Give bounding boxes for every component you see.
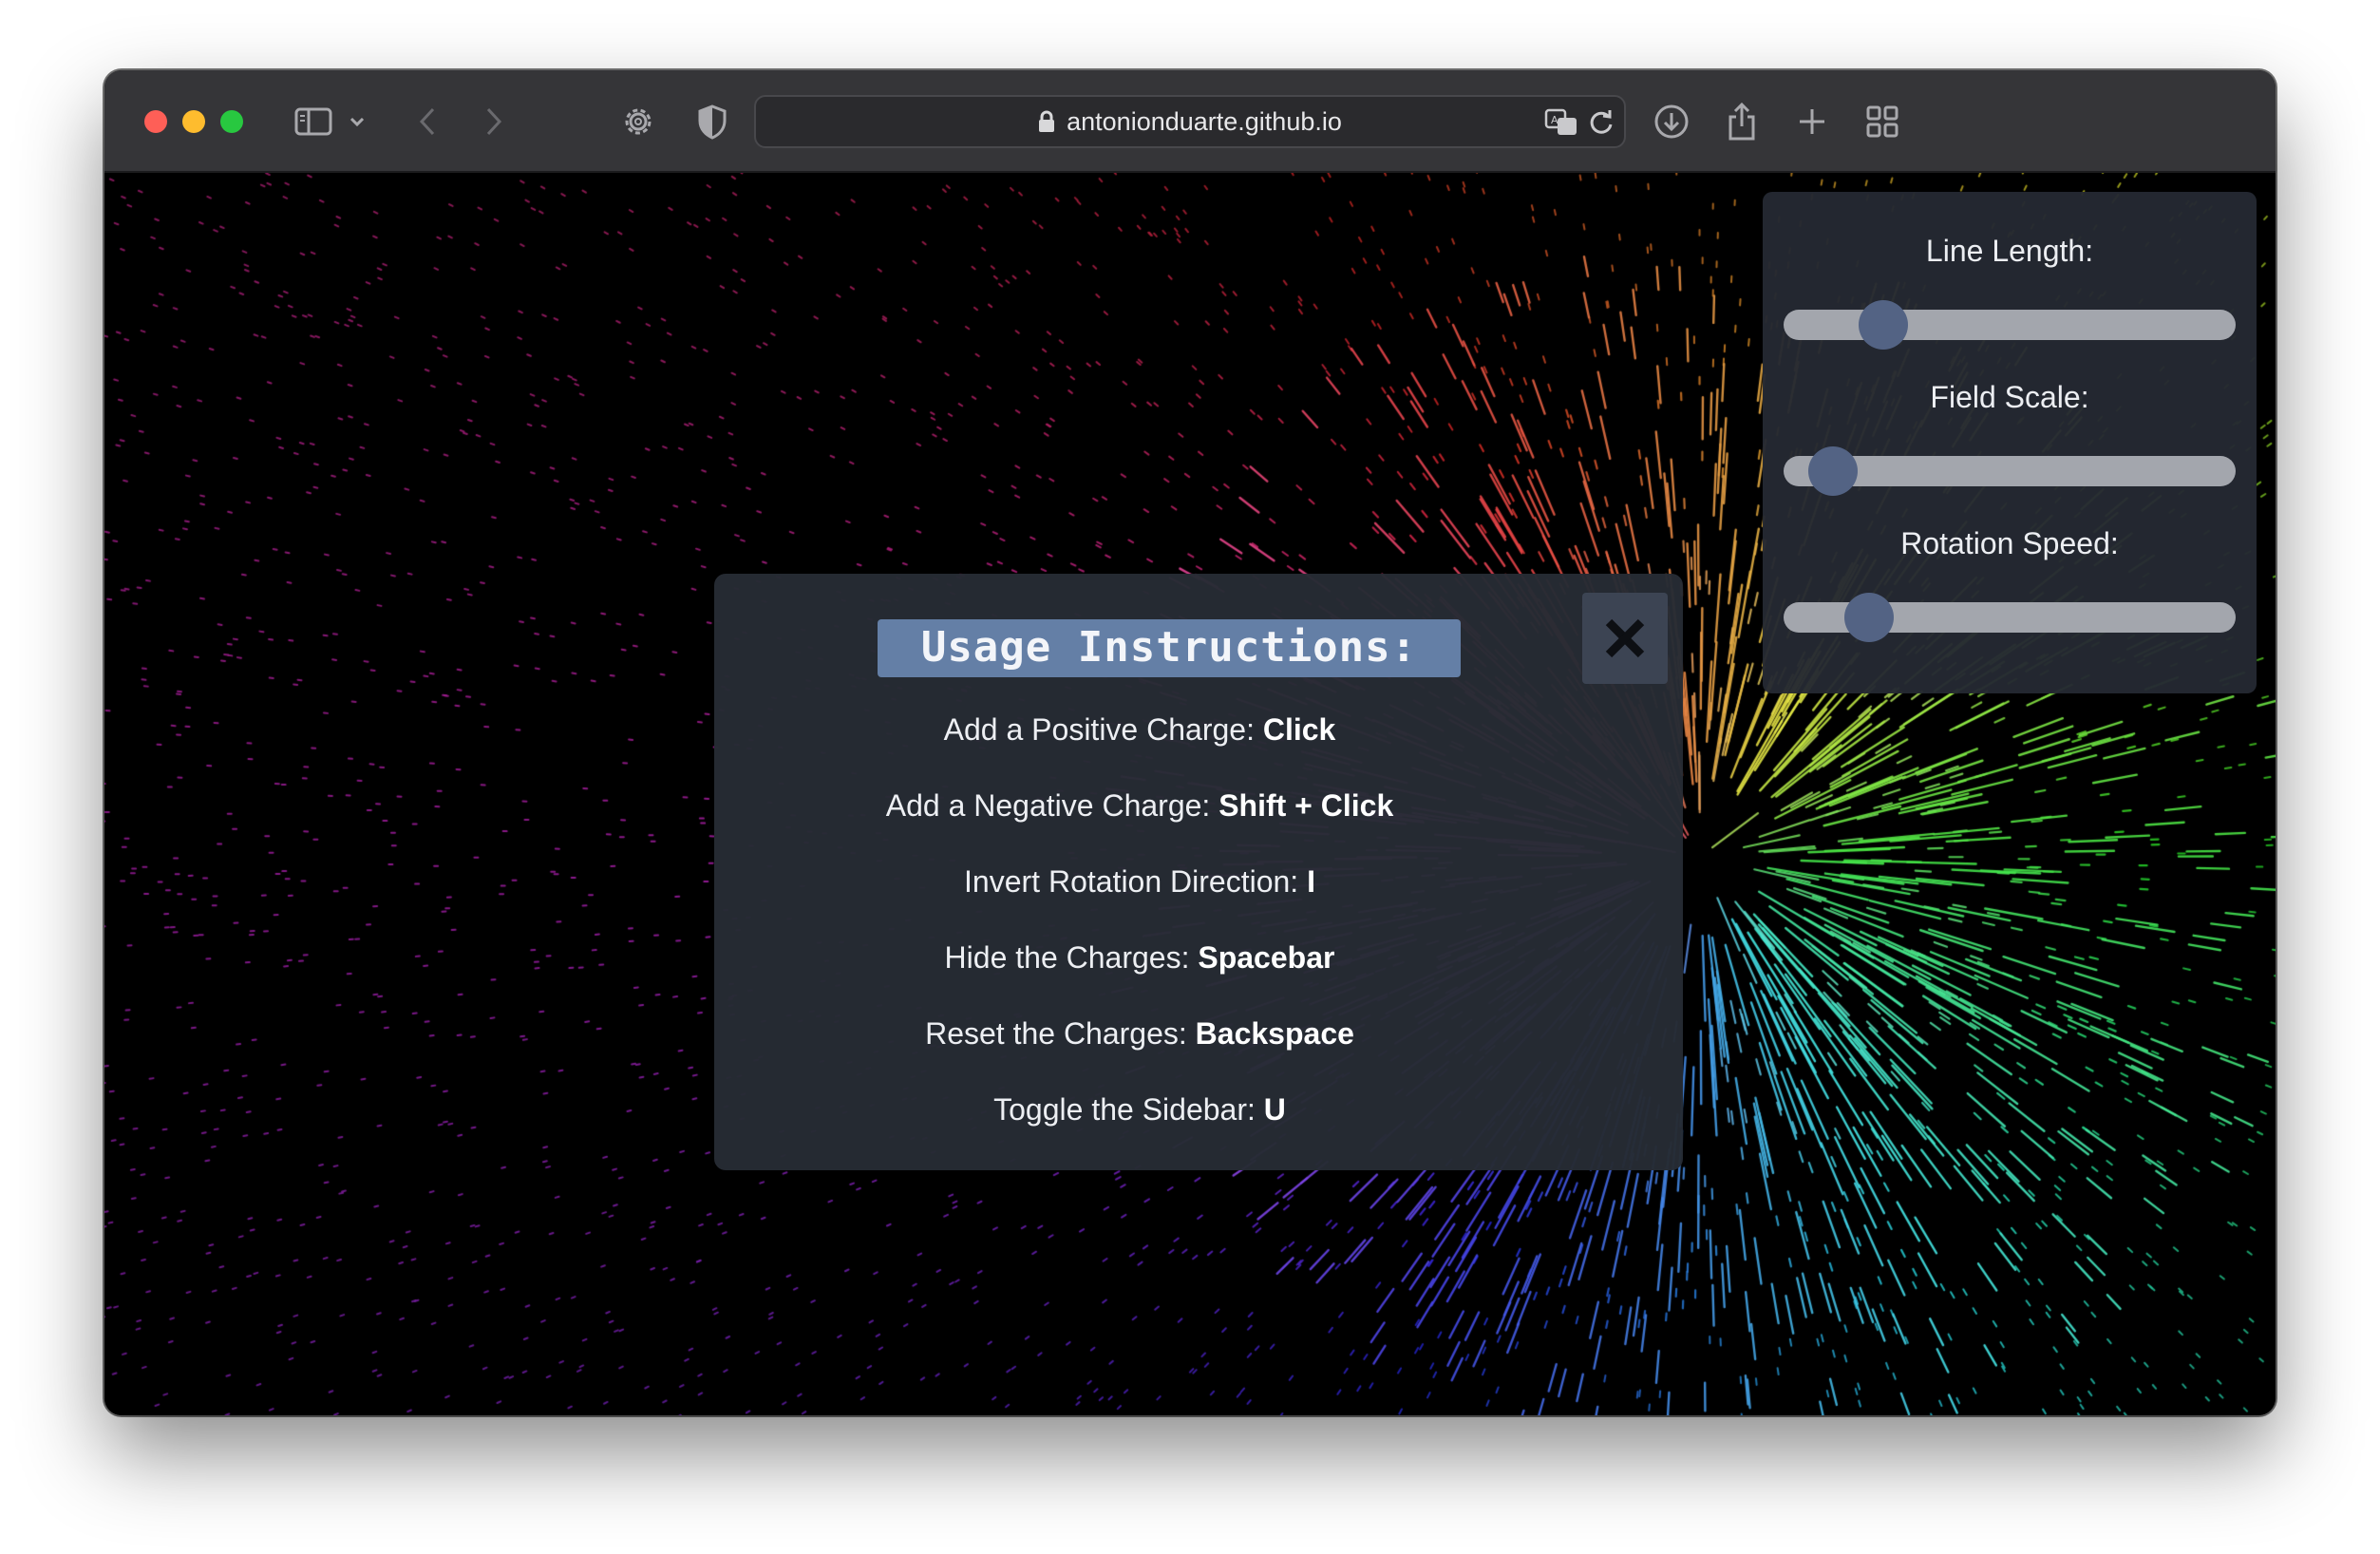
address-bar[interactable]: antonionduarte.github.io A xyxy=(754,95,1626,148)
share-icon[interactable] xyxy=(1719,99,1765,144)
zoom-window-button[interactable] xyxy=(220,110,243,133)
shield-icon[interactable] xyxy=(689,99,735,144)
instructions-modal: Usage Instructions: Add a Positive Charg… xyxy=(714,574,1683,1170)
rotation-speed-slider[interactable] xyxy=(1784,593,2236,642)
close-button[interactable] xyxy=(1582,593,1668,684)
instruction-hide-charges: Hide the Charges: Spacebar xyxy=(944,940,1335,975)
svg-text:A: A xyxy=(1551,114,1558,126)
download-icon[interactable] xyxy=(1649,99,1694,144)
lock-icon xyxy=(1038,110,1055,133)
reload-icon[interactable] xyxy=(1588,108,1615,142)
chevron-down-icon[interactable] xyxy=(346,99,368,144)
slider-thumb[interactable] xyxy=(1858,300,1908,350)
instruction-reset-charges: Reset the Charges: Backspace xyxy=(925,1016,1354,1051)
instruction-toggle-sidebar: Toggle the Sidebar: U xyxy=(993,1092,1286,1127)
minimize-window-button[interactable] xyxy=(182,110,205,133)
line-length-label: Line Length: xyxy=(1925,234,2094,268)
tabs-grid-icon[interactable] xyxy=(1860,99,1905,144)
line-length-slider[interactable] xyxy=(1784,300,2236,350)
field-scale-label: Field Scale: xyxy=(1930,380,2089,414)
instruction-negative-charge: Add a Negative Charge: Shift + Click xyxy=(885,788,1394,823)
slider-thumb[interactable] xyxy=(1844,593,1895,642)
translate-icon[interactable]: A xyxy=(1544,108,1578,142)
url-text: antonionduarte.github.io xyxy=(1067,106,1342,136)
forward-icon[interactable] xyxy=(475,99,513,144)
instruction-invert-rotation: Invert Rotation Direction: I xyxy=(964,864,1315,899)
page-viewport[interactable]: Line Length: Field Scale: Rotation Speed… xyxy=(104,173,2276,1415)
slider-thumb[interactable] xyxy=(1808,446,1859,496)
field-scale-slider[interactable] xyxy=(1784,446,2236,496)
instruction-positive-charge: Add a Positive Charge: Click xyxy=(943,712,1336,747)
gear-icon[interactable] xyxy=(615,99,661,144)
rotation-speed-label: Rotation Speed: xyxy=(1900,526,2119,560)
plus-icon[interactable] xyxy=(1789,99,1835,144)
modal-title: Usage Instructions: xyxy=(877,619,1462,677)
browser-toolbar: antonionduarte.github.io A xyxy=(104,70,2276,173)
close-window-button[interactable] xyxy=(144,110,167,133)
close-icon xyxy=(1605,618,1645,658)
controls-sidebar: Line Length: Field Scale: Rotation Speed… xyxy=(1763,192,2257,693)
browser-window: antonionduarte.github.io A Line Length: xyxy=(104,70,2276,1415)
back-icon[interactable] xyxy=(408,99,446,144)
sidebar-icon[interactable] xyxy=(291,99,336,144)
